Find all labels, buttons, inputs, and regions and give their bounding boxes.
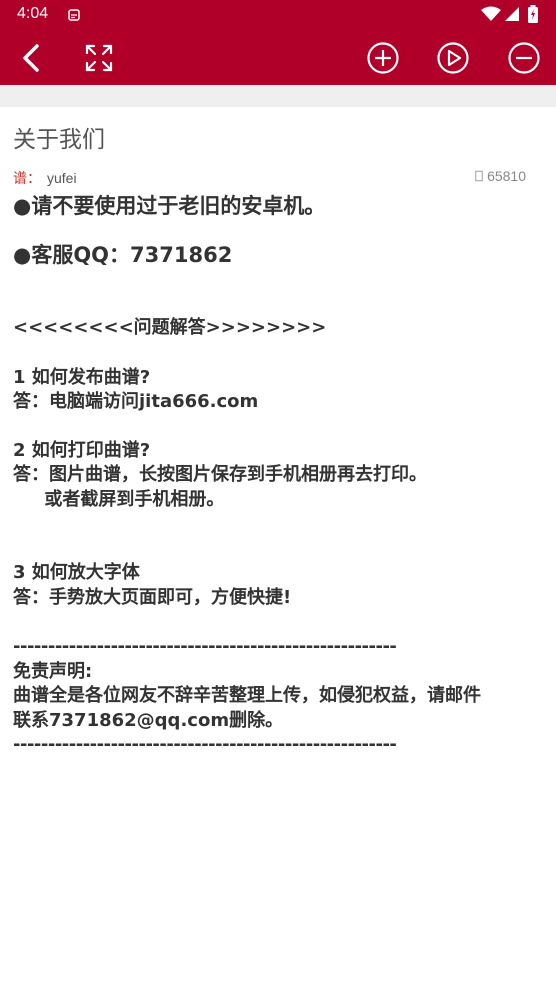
view-count: 65810	[475, 168, 526, 184]
notification-icon	[68, 9, 80, 21]
divider-line-top: ----------------------------------------…	[13, 636, 397, 657]
zoom-in-button[interactable]	[364, 39, 402, 77]
divider-line-bottom: ----------------------------------------…	[13, 734, 397, 755]
faq-a2: 答：图片曲谱，长按图片保存到手机相册再去打印。	[13, 464, 427, 485]
top-bar: 4:04	[0, 0, 556, 85]
faq-header: <<<<<<<<问题解答>>>>>>>>	[13, 317, 327, 338]
status-time: 4:04	[17, 5, 49, 22]
disclaimer-title: 免责声明:	[13, 660, 93, 682]
article-body: ●请不要使用过于老旧的安卓机。 ●客服QQ：7371862 <<<<<<<<问题…	[13, 192, 543, 758]
back-icon	[23, 44, 39, 72]
faq-a1: 答：电脑端访问jita666.com	[13, 391, 259, 412]
faq-q2: 2 如何打印曲谱?	[13, 439, 151, 461]
play-button[interactable]	[434, 39, 472, 77]
zoom-in-icon	[367, 42, 399, 74]
author-label: 谱：	[13, 170, 41, 186]
signal-icon	[505, 7, 519, 21]
back-button[interactable]	[13, 40, 49, 76]
play-icon	[437, 42, 469, 74]
app-bar	[0, 30, 556, 85]
eye-icon	[475, 170, 483, 182]
battery-icon	[528, 5, 538, 23]
zoom-out-icon	[508, 42, 540, 74]
wifi-icon	[481, 6, 501, 21]
faq-q3: 3 如何放大字体	[13, 562, 140, 583]
faq-a2-cont: 或者截屏到手机相册。	[13, 488, 225, 510]
header-divider	[0, 85, 556, 107]
disclaimer-text-1: 曲谱全是各位网友不辞辛苦整理上传，如侵犯权益，请邮件	[13, 685, 481, 706]
view-count-value: 65810	[487, 168, 526, 184]
article-content: 关于我们 谱： yufei 65810 ●请不要使用过于老旧的安卓机。 ●客服QQ…	[13, 107, 543, 758]
disclaimer-text-2: 联系7371862@qq.com删除。	[13, 709, 284, 731]
zoom-out-button[interactable]	[505, 39, 543, 77]
notice-line-2: ●客服QQ：7371862	[13, 243, 233, 267]
faq-q1: 1 如何发布曲谱?	[13, 366, 151, 388]
fullscreen-button[interactable]	[81, 40, 117, 76]
status-bar: 4:04	[0, 0, 556, 30]
fullscreen-icon	[85, 44, 113, 72]
page-title: 关于我们	[13, 126, 105, 152]
notice-line-1: ●请不要使用过于老旧的安卓机。	[13, 194, 326, 218]
author-name: yufei	[47, 170, 77, 186]
faq-a3: 答：手势放大页面即可，方便快捷!	[13, 586, 292, 608]
article-meta: 谱： yufei 65810	[13, 168, 543, 190]
